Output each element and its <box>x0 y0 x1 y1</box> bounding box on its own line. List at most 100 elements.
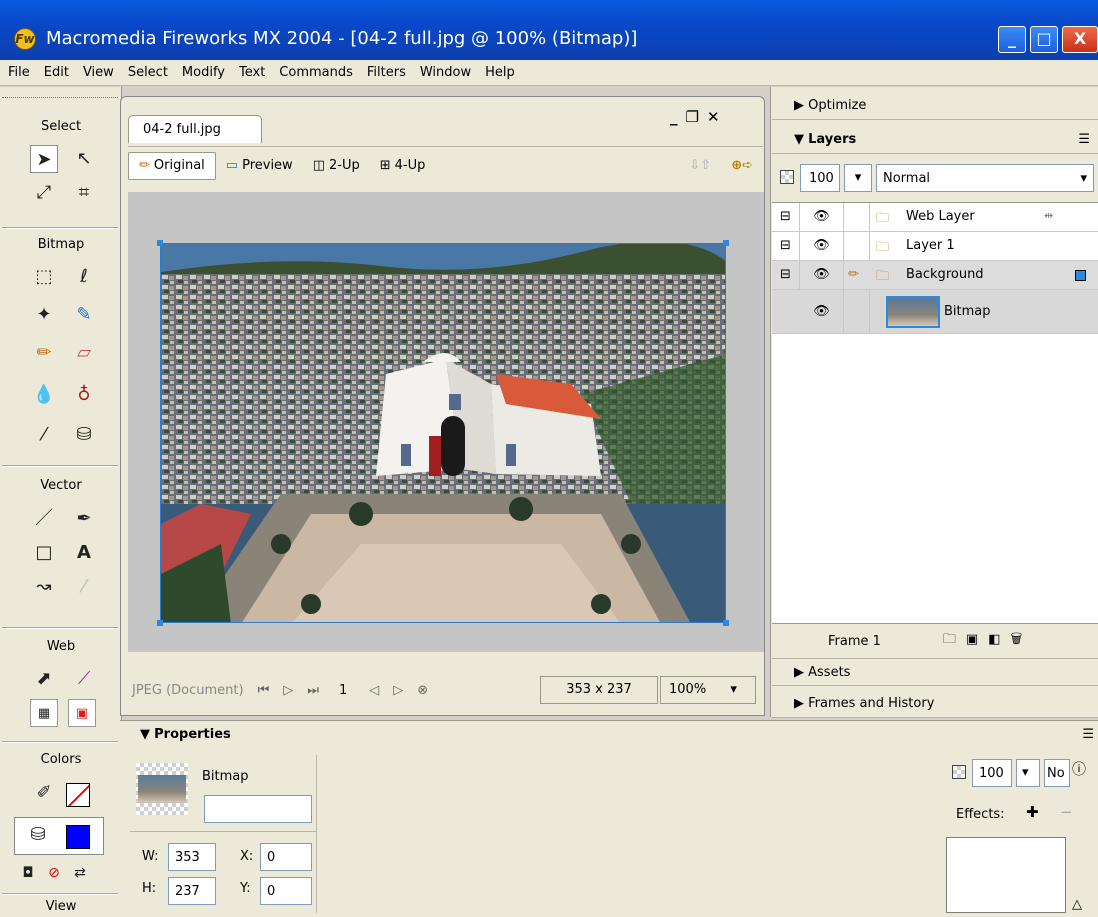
layer-row-background[interactable]: ⊟ 👁 ✏ 🗀 Background <box>772 261 1098 290</box>
pointer-tool-icon[interactable]: ➤ <box>30 145 58 173</box>
layer-opacity-field[interactable]: 100 <box>800 164 840 192</box>
properties-header[interactable]: ▼ Properties ☰ <box>120 721 1098 747</box>
scale-tool-icon[interactable]: ⤢ <box>30 179 58 207</box>
collapse-icon[interactable]: △ <box>1072 897 1082 912</box>
frame-step-controls[interactable]: ◁▷⊗ <box>369 683 442 698</box>
close-button[interactable]: X <box>1062 26 1098 53</box>
export-icon[interactable]: ⇩⇧ <box>679 152 721 180</box>
menu-help[interactable]: Help <box>485 65 515 80</box>
object-row-bitmap[interactable]: 👁 Bitmap <box>772 290 1098 334</box>
x-field[interactable]: 0 <box>260 843 312 871</box>
rubber-stamp-tool-icon[interactable]: ♁ <box>70 381 98 409</box>
lock-column[interactable] <box>844 203 870 232</box>
effects-list[interactable] <box>946 837 1066 913</box>
lock-column[interactable] <box>844 290 870 334</box>
eraser-tool-icon[interactable]: ▱ <box>70 339 98 367</box>
selection-handle[interactable] <box>157 620 163 626</box>
selection-handle[interactable] <box>157 240 163 246</box>
knife-tool-icon[interactable]: ⁄ <box>70 573 98 601</box>
width-field[interactable]: 353 <box>168 843 216 871</box>
eye-icon[interactable]: 👁 <box>800 290 844 334</box>
add-effect-icon[interactable]: ✚ <box>1026 803 1039 821</box>
eye-icon[interactable]: 👁 <box>800 232 844 261</box>
tab-original[interactable]: ✏ Original <box>128 151 216 180</box>
menu-view[interactable]: View <box>83 65 114 80</box>
pen-tool-icon[interactable]: ✒ <box>70 505 98 533</box>
menu-commands[interactable]: Commands <box>279 65 353 80</box>
fill-color-swatch[interactable] <box>66 825 90 849</box>
layer-row-web[interactable]: ⊟ 👁 🗀 Web Layer ⇹ <box>772 203 1098 232</box>
y-field[interactable]: 0 <box>260 877 312 905</box>
menu-filters[interactable]: Filters <box>367 65 406 80</box>
panel-options-icon[interactable]: ☰ <box>1078 132 1090 147</box>
eyedropper-tool-icon[interactable]: ⁄ <box>30 421 58 449</box>
help-icon[interactable]: ⓘ <box>1072 759 1086 779</box>
subselection-tool-icon[interactable]: ↖ <box>70 145 98 173</box>
menu-text[interactable]: Text <box>239 65 265 80</box>
slice-tool-icon[interactable]: ⟋ <box>70 665 98 693</box>
optimize-panel-header[interactable]: ▶ Optimize <box>772 92 1098 120</box>
lock-column[interactable] <box>844 232 870 261</box>
frames-history-panel-header[interactable]: ▶ Frames and History <box>772 690 1098 718</box>
doc-close-button[interactable]: ✕ <box>707 108 728 126</box>
expand-icon[interactable]: ⊟ <box>772 261 800 290</box>
freeform-tool-icon[interactable]: ↝ <box>30 573 58 601</box>
blend-mode-select[interactable]: No <box>1044 759 1070 787</box>
marquee-tool-icon[interactable]: ⬚ <box>30 263 58 291</box>
object-name-field[interactable] <box>204 795 312 823</box>
magic-wand-tool-icon[interactable]: ✦ <box>30 301 58 329</box>
playback-controls[interactable]: ⏮▷⏭ <box>258 683 333 698</box>
assets-panel-header[interactable]: ▶ Assets <box>772 658 1098 686</box>
frame-label[interactable]: Frame 1 <box>828 634 881 649</box>
expand-icon[interactable]: ⊟ <box>772 232 800 261</box>
menu-file[interactable]: File <box>8 65 30 80</box>
tab-4up[interactable]: ⊞ 4-Up <box>370 152 436 180</box>
layer-actions-icons[interactable]: 🗀▣◧🗑 <box>943 630 1032 652</box>
object-opacity-field[interactable]: 100 <box>972 759 1012 787</box>
stroke-color-swatch[interactable] <box>66 783 90 807</box>
text-tool-icon[interactable]: A <box>70 539 98 567</box>
menu-select[interactable]: Select <box>128 65 168 80</box>
remove-effect-icon[interactable]: − <box>1060 803 1073 821</box>
zoom-select[interactable]: 100% ▾ <box>660 676 756 704</box>
opacity-dropdown-button[interactable]: ▾ <box>844 164 872 192</box>
hotspot-tool-icon[interactable]: ⬈ <box>30 665 58 693</box>
pencil-tool-icon[interactable]: ✏ <box>30 339 58 367</box>
no-color-icon[interactable]: ⊘ <box>40 859 68 887</box>
brush-tool-icon[interactable]: ✎ <box>70 301 98 329</box>
panel-options-icon[interactable]: ☰ <box>1082 727 1094 742</box>
selection-handle[interactable] <box>723 620 729 626</box>
crop-tool-icon[interactable]: ⌗ <box>70 179 98 207</box>
bitmap-image[interactable] <box>160 243 726 623</box>
swap-colors-icon[interactable]: ⇄ <box>66 859 94 887</box>
rectangle-tool-icon[interactable]: □ <box>30 539 58 567</box>
layers-panel-header[interactable]: ▼ Layers ☰ <box>772 126 1098 154</box>
selection-handle[interactable] <box>723 240 729 246</box>
height-field[interactable]: 237 <box>168 877 216 905</box>
maximize-button[interactable]: □ <box>1030 26 1058 53</box>
menu-edit[interactable]: Edit <box>44 65 69 80</box>
opacity-dropdown-button[interactable]: ▾ <box>1016 759 1040 787</box>
paint-bucket-tool-icon[interactable]: ⛁ <box>70 421 98 449</box>
fireworks-launch-icon[interactable]: ⊕➪ <box>721 152 763 180</box>
eye-icon[interactable]: 👁 <box>800 203 844 232</box>
line-tool-icon[interactable]: ／ <box>30 505 58 533</box>
default-colors-icon[interactable]: ◘ <box>14 859 42 887</box>
blend-mode-select[interactable]: Normal ▾ <box>876 164 1094 192</box>
tab-2up[interactable]: ◫ 2-Up <box>303 152 370 180</box>
eye-icon[interactable]: 👁 <box>800 261 844 290</box>
doc-restore-button[interactable]: ❐ <box>686 108 707 126</box>
show-hotspots-icon[interactable]: ▣ <box>68 699 96 727</box>
menu-window[interactable]: Window <box>420 65 471 80</box>
menu-modify[interactable]: Modify <box>182 65 225 80</box>
expand-icon[interactable]: ⊟ <box>772 203 800 232</box>
tab-preview[interactable]: ▭ Preview <box>216 152 303 180</box>
doc-minimize-button[interactable]: _ <box>670 108 686 126</box>
blur-tool-icon[interactable]: 💧 <box>30 381 58 409</box>
document-tab[interactable]: 04-2 full.jpg <box>128 115 262 143</box>
layer-row-layer1[interactable]: ⊟ 👁 🗀 Layer 1 <box>772 232 1098 261</box>
hide-hotspots-icon[interactable]: ▦ <box>30 699 58 727</box>
lasso-tool-icon[interactable]: ℓ <box>70 263 98 291</box>
tools-grip[interactable] <box>2 97 118 98</box>
minimize-button[interactable]: _ <box>998 26 1026 53</box>
